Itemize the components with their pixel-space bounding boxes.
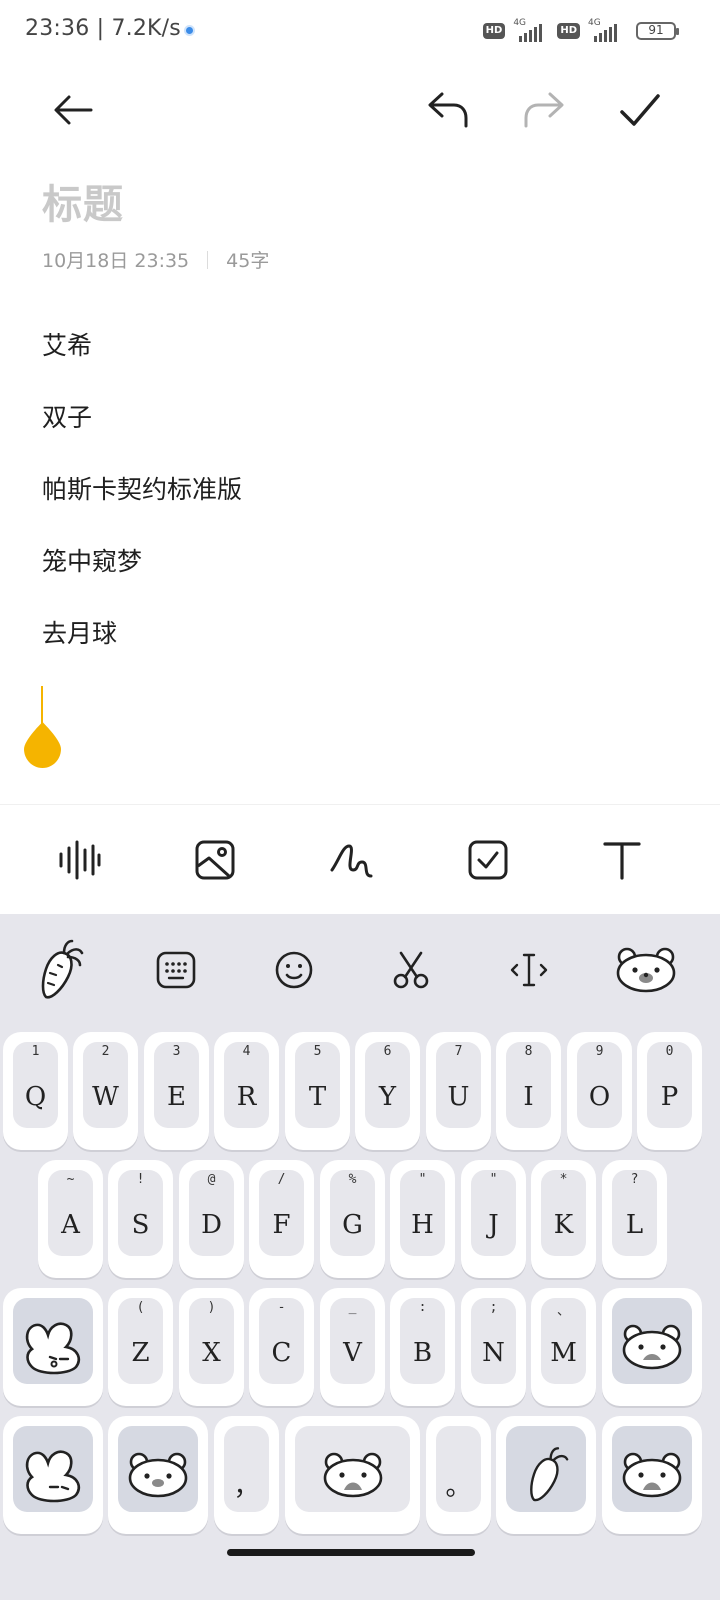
title-input[interactable]: 标题 bbox=[42, 172, 124, 230]
bunny-shift-icon bbox=[25, 1322, 80, 1375]
backspace-key[interactable] bbox=[602, 1288, 702, 1406]
scissors-icon bbox=[393, 951, 429, 989]
key-n[interactable]: ; N bbox=[461, 1288, 526, 1406]
status-time-speed: 23:36 | 7.2K/s bbox=[25, 16, 181, 41]
key-t[interactable]: 5T bbox=[285, 1032, 350, 1150]
image-button[interactable] bbox=[185, 830, 245, 890]
key-i[interactable]: 8I bbox=[496, 1032, 561, 1150]
bear-enter-icon bbox=[622, 1452, 682, 1498]
note-body[interactable]: 艾希 双子 帕斯卡契约标准版 笼中窥梦 去月球 bbox=[42, 326, 242, 686]
redo-icon bbox=[524, 92, 564, 128]
key-j[interactable]: " J bbox=[461, 1160, 526, 1278]
notification-dot-icon bbox=[184, 25, 195, 36]
cursor-icon bbox=[510, 953, 548, 987]
clipboard-button[interactable] bbox=[379, 938, 443, 1002]
keyboard-icon bbox=[156, 951, 196, 989]
key-m[interactable]: 、 M bbox=[531, 1288, 596, 1406]
voice-icon bbox=[59, 840, 101, 880]
hd-badge: HD bbox=[482, 23, 506, 39]
signal-icon: 4G bbox=[509, 18, 553, 42]
signal-icon-2: 4G bbox=[584, 18, 628, 42]
note-date: 10月18日 23:35 bbox=[42, 250, 190, 272]
key-g[interactable]: % G bbox=[320, 1160, 385, 1278]
bear-face-icon bbox=[128, 1452, 188, 1498]
space-key[interactable] bbox=[285, 1416, 420, 1534]
arrow-left-icon bbox=[54, 95, 93, 125]
carrot-key-icon bbox=[530, 1447, 569, 1502]
key-u[interactable]: 7U bbox=[426, 1032, 491, 1150]
key-y[interactable]: 6Y bbox=[355, 1032, 420, 1150]
key-r[interactable]: 4R bbox=[214, 1032, 279, 1150]
key-d[interactable]: @ D bbox=[179, 1160, 244, 1278]
key-o[interactable]: 9O bbox=[567, 1032, 632, 1150]
meta-divider bbox=[207, 250, 209, 269]
key-z[interactable]: (Z bbox=[108, 1288, 173, 1406]
comma-key[interactable]: ， bbox=[214, 1416, 279, 1534]
carrot-button[interactable] bbox=[27, 938, 91, 1002]
note-line[interactable]: 艾希 bbox=[42, 326, 242, 398]
key-f[interactable]: / F bbox=[249, 1160, 314, 1278]
bear-space-icon bbox=[323, 1452, 382, 1498]
undo-button[interactable] bbox=[420, 82, 476, 138]
symbol-key[interactable] bbox=[3, 1416, 103, 1534]
edit-toolbar bbox=[0, 806, 720, 914]
voice-button[interactable] bbox=[49, 830, 109, 890]
battery-icon: 91 bbox=[636, 22, 679, 40]
text-format-icon bbox=[603, 842, 641, 880]
key-e[interactable]: 3E bbox=[144, 1032, 209, 1150]
period-key[interactable]: 。 bbox=[426, 1416, 491, 1534]
bear-icon bbox=[616, 947, 676, 993]
bear-backspace-icon bbox=[622, 1324, 682, 1370]
enter-key[interactable] bbox=[602, 1416, 702, 1534]
note-line[interactable]: 帕斯卡契约标准版 bbox=[42, 470, 242, 542]
key-l[interactable]: ? L bbox=[602, 1160, 667, 1278]
note-meta: 10月18日 23:35 45字 bbox=[42, 246, 269, 273]
handwriting-icon bbox=[330, 844, 373, 878]
emoji-key[interactable] bbox=[108, 1416, 208, 1534]
emoji-button[interactable] bbox=[262, 938, 326, 1002]
note-line[interactable]: 双子 bbox=[42, 398, 242, 470]
keyboard-toolbar bbox=[0, 914, 720, 1026]
theme-button[interactable] bbox=[614, 938, 678, 1002]
status-bar: 23:36 | 7.2K/s HD 4G HD 4G 91 bbox=[0, 0, 720, 64]
keyboard: 1Q 2W 3E 4R 5T 6Y 7U 8I 9O 0P ~ A ! S @ D /… bbox=[0, 914, 720, 1600]
note-char-count: 45字 bbox=[226, 250, 270, 272]
key-p[interactable]: 0P bbox=[637, 1032, 702, 1150]
text-format-button[interactable] bbox=[592, 830, 652, 890]
back-button[interactable] bbox=[45, 82, 101, 138]
divider bbox=[0, 804, 720, 805]
redo-button[interactable] bbox=[516, 82, 572, 138]
checklist-button[interactable] bbox=[458, 830, 518, 890]
checklist-icon bbox=[468, 840, 508, 880]
confirm-button[interactable] bbox=[612, 82, 668, 138]
key-s[interactable]: ! S bbox=[108, 1160, 173, 1278]
key-w[interactable]: 2W bbox=[73, 1032, 138, 1150]
key-c[interactable]: -C bbox=[249, 1288, 314, 1406]
language-key[interactable] bbox=[496, 1416, 596, 1534]
check-icon bbox=[620, 94, 660, 126]
cursor-handle[interactable] bbox=[24, 722, 61, 768]
key-a[interactable]: ~ A bbox=[38, 1160, 103, 1278]
home-indicator[interactable] bbox=[227, 1549, 475, 1556]
note-line[interactable]: 去月球 bbox=[42, 614, 242, 686]
bunny-symbol-icon bbox=[25, 1450, 80, 1503]
carrot-icon bbox=[41, 939, 84, 999]
key-x[interactable]: ) X bbox=[179, 1288, 244, 1406]
key-q[interactable]: 1Q bbox=[3, 1032, 68, 1150]
shift-key[interactable] bbox=[3, 1288, 103, 1406]
note-line[interactable]: 笼中窥梦 bbox=[42, 542, 242, 614]
hd-badge-2: HD bbox=[557, 23, 580, 39]
key-v[interactable]: _ V bbox=[320, 1288, 385, 1406]
cursor-move-button[interactable] bbox=[497, 938, 561, 1002]
key-b[interactable]: :B bbox=[390, 1288, 455, 1406]
keyboard-switch-button[interactable] bbox=[144, 938, 208, 1002]
emoji-icon bbox=[275, 951, 313, 989]
image-icon bbox=[195, 840, 235, 880]
key-k[interactable]: * K bbox=[531, 1160, 596, 1278]
handwriting-button[interactable] bbox=[321, 830, 381, 890]
status-indicators: HD 4G HD 4G 91 bbox=[482, 18, 679, 44]
key-h[interactable]: " H bbox=[390, 1160, 455, 1278]
undo-icon bbox=[428, 92, 468, 128]
